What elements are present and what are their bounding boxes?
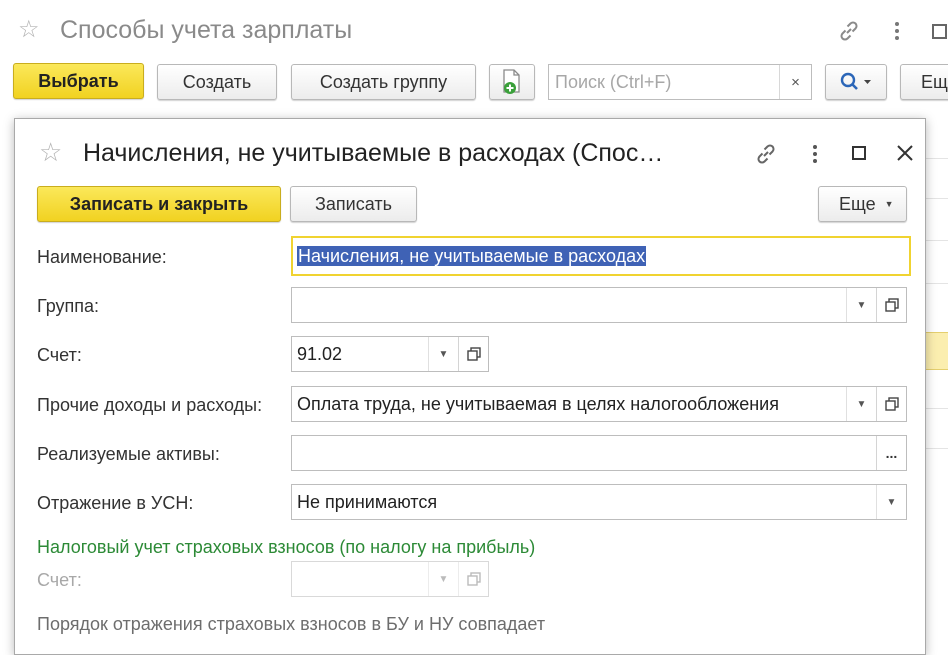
kebab-menu-icon[interactable] <box>810 143 820 165</box>
other-income-value: Оплата труда, не учитываемая в целях нал… <box>297 393 779 414</box>
name-value: Начисления, не учитываемые в расходах <box>297 245 647 266</box>
add-document-icon <box>501 69 523 95</box>
account-label: Счет: <box>37 345 82 365</box>
open-icon[interactable] <box>876 387 906 421</box>
dialog-title: Начисления, не учитываемые в расходах (С… <box>83 139 664 167</box>
insurance-section-heading: Налоговый учет страховых взносов (по нал… <box>37 537 536 557</box>
search-field[interactable]: × <box>548 64 812 100</box>
assets-field[interactable]: ... <box>291 435 907 471</box>
list-window-title: Способы учета зарплаты <box>60 16 353 44</box>
name-field[interactable]: Начисления, не учитываемые в расходах <box>291 236 911 276</box>
maximize-icon[interactable] <box>932 24 948 40</box>
more-menu-button[interactable]: Еще ▼ <box>818 186 907 222</box>
usn-field[interactable]: Не принимаются ▼ <box>291 484 907 520</box>
open-icon[interactable] <box>458 337 488 371</box>
save-button[interactable]: Записать <box>290 186 417 222</box>
account-field[interactable]: 91.02 ▼ <box>291 336 489 372</box>
search-button[interactable] <box>825 64 887 100</box>
search-input[interactable] <box>549 65 777 99</box>
assets-label: Реализуемые активы: <box>37 444 220 464</box>
usn-value: Не принимаются <box>297 491 438 512</box>
create-button[interactable]: Создать <box>157 64 277 100</box>
open-icon[interactable] <box>876 288 906 322</box>
search-clear-icon[interactable]: × <box>779 65 811 99</box>
select-button[interactable]: Выбрать <box>13 63 144 99</box>
star-icon[interactable]: ☆ <box>39 139 62 165</box>
insurance-note: Порядок отражения страховых взносов в БУ… <box>37 614 546 634</box>
link-icon[interactable] <box>836 18 862 44</box>
group-label: Группа: <box>37 296 100 316</box>
add-document-button[interactable] <box>489 64 535 100</box>
kebab-menu-icon[interactable] <box>892 20 902 42</box>
chevron-down-icon: ▼ <box>428 562 458 596</box>
star-icon[interactable]: ☆ <box>18 18 40 42</box>
other-income-field[interactable]: Оплата труда, не учитываемая в целях нал… <box>291 386 907 422</box>
insurance-account-label: Счет: <box>37 570 82 590</box>
item-dialog: ☆ Начисления, не учитываемые в расходах … <box>14 118 926 655</box>
create-group-button[interactable]: Создать группу <box>291 64 476 100</box>
chevron-down-icon: ▼ <box>884 199 894 209</box>
link-icon[interactable] <box>753 141 779 167</box>
chevron-down-icon[interactable]: ▼ <box>846 387 876 421</box>
chevron-down-icon[interactable]: ▼ <box>846 288 876 322</box>
chevron-down-icon[interactable]: ▼ <box>428 337 458 371</box>
name-label: Наименование: <box>37 247 167 267</box>
insurance-account-field: ▼ <box>291 561 489 597</box>
group-field[interactable]: ▼ <box>291 287 907 323</box>
more-label: Еще <box>839 193 876 214</box>
save-and-close-button[interactable]: Записать и закрыть <box>37 186 281 222</box>
account-value: 91.02 <box>297 343 343 364</box>
select-ellipsis-button[interactable]: ... <box>876 436 906 470</box>
close-icon[interactable] <box>895 143 915 163</box>
list-more-button[interactable]: Ещ <box>900 64 948 100</box>
open-icon <box>458 562 488 596</box>
maximize-icon[interactable] <box>852 146 867 161</box>
usn-label: Отражение в УСН: <box>37 493 194 513</box>
other-income-label: Прочие доходы и расходы: <box>37 395 263 415</box>
list-window-header: ☆ Способы учета зарплаты <box>0 0 948 62</box>
search-icon <box>839 72 873 92</box>
chevron-down-icon[interactable]: ▼ <box>876 485 906 519</box>
